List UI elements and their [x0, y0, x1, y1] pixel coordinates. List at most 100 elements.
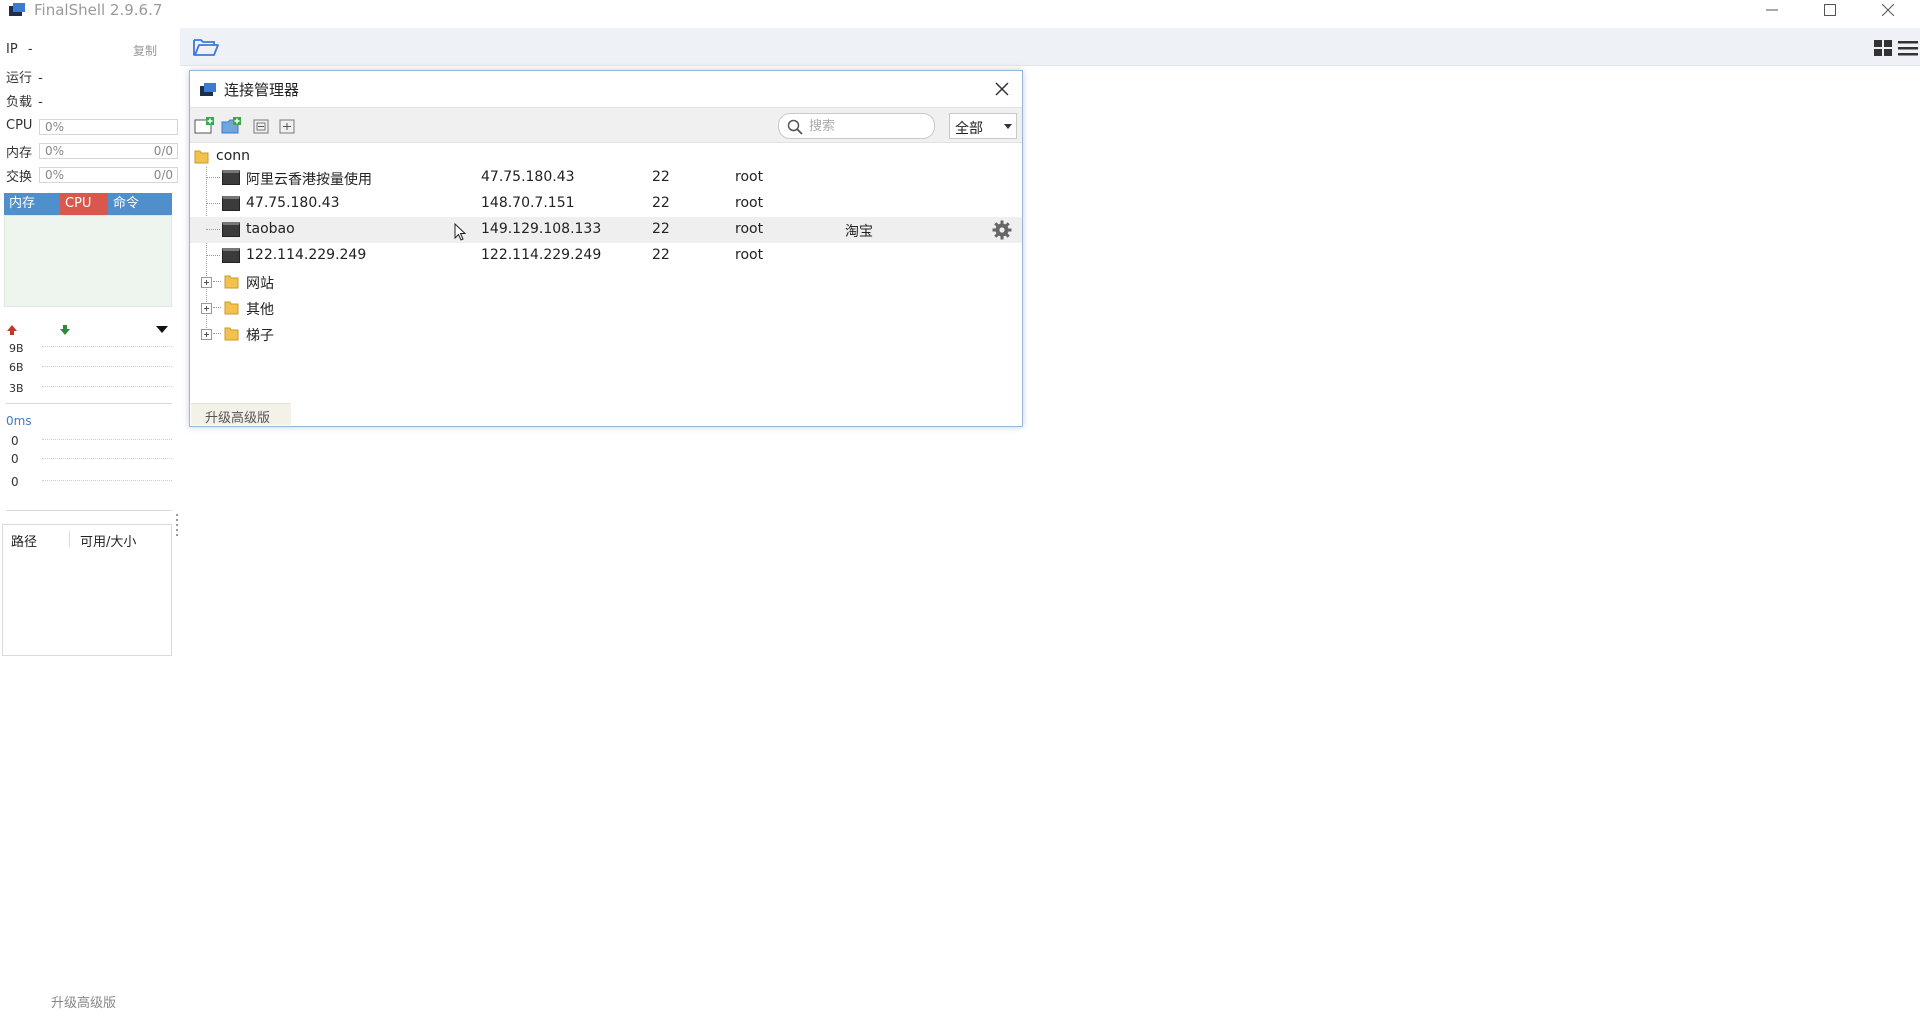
- connection-name: taobao: [246, 221, 295, 237]
- folder-open-icon: [194, 150, 209, 164]
- window-title: FinalShell 2.9.6.7: [34, 1, 163, 19]
- new-connection-icon: [194, 117, 214, 134]
- uptime-value: -: [38, 71, 43, 86]
- connection-row[interactable]: taobao 149.129.108.133 22 root 淘宝: [190, 217, 1022, 243]
- folder-icon: [224, 327, 239, 341]
- expand-all-icon: [279, 119, 295, 134]
- tree-guide-line: [206, 255, 220, 256]
- grid-line: [42, 439, 172, 440]
- tab-sort-cpu[interactable]: CPU: [60, 193, 108, 215]
- new-folder-button[interactable]: [221, 117, 243, 135]
- expand-all-button[interactable]: [278, 117, 300, 135]
- connection-name: 47.75.180.43: [246, 195, 340, 211]
- layout-switcher: [1872, 36, 1920, 60]
- copy-ip-button[interactable]: 复制: [133, 42, 157, 59]
- new-connection-button[interactable]: [194, 117, 216, 135]
- cpu-label: CPU: [6, 118, 33, 133]
- folder-label: 梯子: [246, 328, 274, 344]
- connection-port: 22: [652, 247, 670, 263]
- tree-guide-line: [206, 177, 220, 178]
- collapse-all-button[interactable]: [252, 117, 274, 135]
- connection-note: 淘宝: [845, 224, 873, 240]
- ip-row: IP -: [6, 42, 33, 57]
- ping-graph: 0ms 0 0 0: [6, 414, 172, 489]
- connection-host: 148.70.7.151: [481, 195, 575, 211]
- close-window-button[interactable]: [1860, 0, 1916, 22]
- connection-row[interactable]: 47.75.180.43 148.70.7.151 22 root: [190, 191, 1022, 217]
- search-field[interactable]: [778, 113, 935, 139]
- list-view-icon[interactable]: [1898, 40, 1918, 56]
- main-toolbar: [180, 28, 1920, 66]
- network-graph: 9B 6B 3B: [6, 342, 172, 395]
- load-value: -: [38, 95, 43, 110]
- connection-row[interactable]: 阿里云香港按量使用 47.75.180.43 22 root: [190, 165, 1022, 191]
- dialog-title-bar: 连接管理器: [190, 71, 1022, 107]
- folder-icon: [224, 301, 239, 315]
- grid-line: [42, 366, 172, 367]
- tree-folder-website[interactable]: 网站: [190, 269, 1022, 295]
- tab-sort-memory[interactable]: 内存: [4, 193, 60, 215]
- connection-row[interactable]: 122.114.229.249 122.114.229.249 22 root: [190, 243, 1022, 269]
- minimize-button[interactable]: [1744, 0, 1800, 22]
- memory-label: 内存: [6, 146, 33, 161]
- expand-toggle-icon[interactable]: [201, 277, 212, 288]
- maximize-icon: [1824, 4, 1836, 16]
- memory-percent: 0%: [45, 144, 65, 158]
- upgrade-button[interactable]: 升级高级版: [191, 403, 291, 426]
- uptime-label: 运行: [6, 71, 33, 86]
- dialog-toolbar: 全部: [190, 107, 1022, 143]
- search-input[interactable]: [809, 117, 927, 135]
- memory-metric: 内存 0% 0/0: [6, 142, 178, 161]
- connection-user: root: [735, 247, 764, 263]
- load-row: 负载 -: [6, 91, 43, 110]
- upload-arrow-icon: [7, 325, 17, 335]
- swap-percent: 0%: [45, 168, 65, 182]
- finalshell-window: FinalShell 2.9.6.7 IP - 复制 运行 - 负载 - CPU…: [0, 0, 1920, 1018]
- upgrade-link[interactable]: 升级高级版: [51, 992, 116, 1011]
- filter-selected-value: 全部: [955, 121, 983, 137]
- tree-folder-ladder[interactable]: 梯子: [190, 321, 1022, 347]
- upgrade-label: 升级高级版: [205, 411, 271, 426]
- terminal-icon: [222, 248, 240, 263]
- folder-label: conn: [216, 148, 251, 164]
- process-list: [4, 215, 172, 307]
- filter-select[interactable]: 全部: [949, 113, 1017, 139]
- load-label: 负载: [6, 95, 33, 110]
- cpu-metric: CPU 0%: [6, 118, 178, 135]
- collapse-all-icon: [253, 119, 269, 134]
- connection-user: root: [735, 195, 764, 211]
- open-connection-manager-button[interactable]: [192, 36, 222, 60]
- expand-toggle-icon[interactable]: [201, 303, 212, 314]
- dialog-close-button[interactable]: [990, 77, 1014, 101]
- tree-folder-other[interactable]: 其他: [190, 295, 1022, 321]
- connection-port: 22: [652, 221, 670, 237]
- sidebar-splitter-handle[interactable]: [176, 514, 179, 544]
- chevron-down-icon: [1004, 124, 1012, 129]
- process-sort-tabs: 内存 CPU 命令: [4, 193, 172, 215]
- cpu-percent: 0%: [45, 120, 65, 134]
- connection-manager-dialog: 连接管理器 搜索 全部 conn 阿里云香港按量使用 47.75.180.43 …: [189, 70, 1023, 427]
- ip-label: IP: [6, 42, 18, 57]
- maximize-button[interactable]: [1802, 0, 1858, 22]
- connection-host: 149.129.108.133: [481, 221, 602, 237]
- tab-sort-command[interactable]: 命令: [108, 193, 172, 215]
- connection-port: 22: [652, 195, 670, 211]
- folder-label: 其他: [246, 302, 274, 318]
- column-path[interactable]: 路径: [11, 531, 37, 550]
- new-folder-icon: [221, 117, 241, 134]
- connection-name: 122.114.229.249: [246, 247, 367, 263]
- ip-value: -: [27, 42, 33, 57]
- grid-view-icon[interactable]: [1874, 40, 1892, 56]
- ping-tick: 0: [11, 452, 19, 466]
- tree-guide-line: [213, 333, 221, 334]
- expand-toggle-icon[interactable]: [201, 329, 212, 340]
- ping-value: 0ms: [6, 414, 32, 428]
- connection-name: 阿里云香港按量使用: [246, 172, 372, 188]
- swap-metric: 交换 0% 0/0: [6, 166, 178, 185]
- column-free-size[interactable]: 可用/大小: [80, 531, 136, 550]
- cpu-usage-bar: 0%: [39, 119, 178, 135]
- gear-icon[interactable]: [992, 220, 1012, 240]
- disk-usage-table: 路径 可用/大小: [2, 524, 172, 656]
- network-interface-dropdown-icon[interactable]: [156, 326, 168, 334]
- swap-label: 交换: [6, 170, 33, 185]
